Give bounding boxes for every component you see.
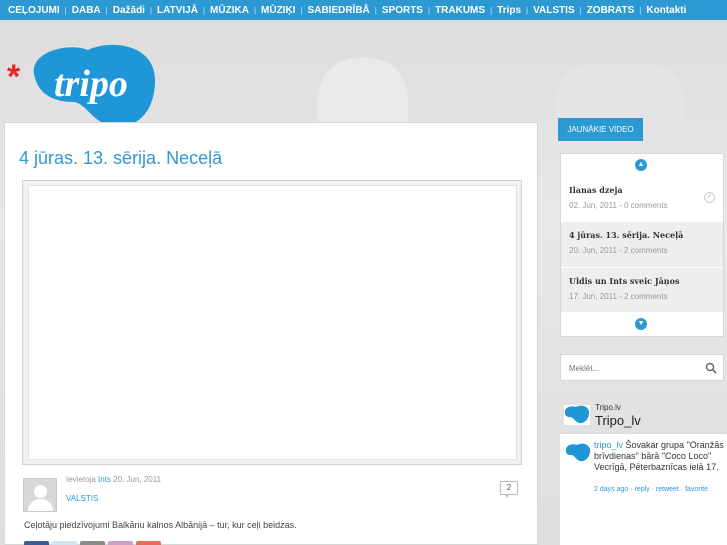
default-avatar-icon <box>34 485 47 498</box>
video-date: 20. Jun, 2011 - 2 comments <box>569 246 668 255</box>
nav-item-daba[interactable]: DABA <box>68 5 105 16</box>
post-excerpt: Ceļotāju piedzīvojumi Balkānu kalnos Alb… <box>24 520 297 530</box>
video-date: 17. Jun, 2011 - 2 comments <box>569 292 668 301</box>
logo-star-icon: * <box>7 58 21 96</box>
site-header: * tripo <box>0 20 727 140</box>
facebook-share-button[interactable] <box>24 541 49 545</box>
meta-prefix: Ievietoja <box>66 475 96 484</box>
nav-item-zobrats[interactable]: ZOBRATS <box>583 5 639 16</box>
author-link[interactable]: Ints <box>98 475 111 484</box>
post-card: 4 jūras. 13. sērija. Neceļā Ievietoja In… <box>4 122 538 545</box>
google-share-button[interactable] <box>136 541 161 545</box>
video-title: Ilanas dzeja <box>569 185 623 195</box>
nav-item-muzika[interactable]: MŪZIKA <box>206 5 253 16</box>
post-date: 20. Jun, 2011 <box>113 475 162 484</box>
tweet-user-link[interactable]: tripo_lv <box>594 440 623 450</box>
video-title: Uldis un Ints sveic Jāņos <box>569 276 680 286</box>
tweet-card: tripo_lv Šovakar grupa "Oranžās brīvdien… <box>560 433 727 545</box>
tweet-reply-link[interactable]: reply <box>634 486 649 493</box>
tweet-retweet-link[interactable]: retweet <box>656 486 679 493</box>
latest-videos-list: ▲ Ilanas dzeja 02. Jun, 2011 - 0 comment… <box>560 153 724 337</box>
video-player[interactable] <box>22 180 522 465</box>
post-meta: Ievietoja Ints 20. Jun, 2011 <box>66 475 161 484</box>
comment-count-badge[interactable]: 2 <box>500 481 518 498</box>
nav-item-sabiedriba[interactable]: SABIEDRĪBĀ <box>304 5 374 16</box>
draugiem-share-button[interactable] <box>108 541 133 545</box>
twitter-name: Tripo_lv <box>595 413 641 428</box>
post-title[interactable]: 4 jūras. 13. sērija. Neceļā <box>19 148 222 169</box>
tweet-actions: 2 days ago · reply · retweet · favorite <box>594 486 709 493</box>
nav-item-sports[interactable]: SPORTS <box>378 5 427 16</box>
email-share-button[interactable] <box>80 541 105 545</box>
video-title: 4 jūras. 13. sērija. Neceļā <box>569 230 684 240</box>
nav-item-dazadi[interactable]: Dažādi <box>109 5 149 16</box>
arrow-up-icon[interactable]: ▲ <box>635 159 647 171</box>
tripo-bird-icon <box>564 405 590 425</box>
list-item[interactable]: Ilanas dzeja 02. Jun, 2011 - 0 comments … <box>561 177 723 222</box>
list-item[interactable]: 4 jūras. 13. sērija. Neceļā 20. Jun, 201… <box>561 222 723 267</box>
tweet-favorite-link[interactable]: favorite <box>685 486 708 493</box>
list-item[interactable]: Uldis un Ints sveic Jāņos 17. Jun, 2011 … <box>561 267 723 312</box>
nav-item-trips[interactable]: Trips <box>493 5 525 16</box>
twitter-share-button[interactable] <box>52 541 77 545</box>
tweet-time-link[interactable]: 2 days ago <box>594 486 628 493</box>
check-icon: ✓ <box>704 192 715 203</box>
latest-videos-title[interactable]: JAUNĀKIE VIDEO <box>558 118 643 141</box>
nav-item-celojumi[interactable]: CEĻOJUMI <box>4 5 64 16</box>
tripo-bird-icon <box>565 443 591 463</box>
nav-item-trakums[interactable]: TRAKUMS <box>431 5 489 16</box>
share-buttons <box>24 541 161 545</box>
tweet-text: tripo_lv Šovakar grupa "Oranžās brīvdien… <box>594 440 724 473</box>
author-avatar <box>23 478 57 512</box>
category-link[interactable]: VALSTIS <box>66 494 98 503</box>
nav-item-valstis[interactable]: VALSTIS <box>529 5 578 16</box>
avatar-body <box>28 499 53 511</box>
logo-text: tripo <box>54 63 128 105</box>
site-logo[interactable]: tripo <box>28 40 158 130</box>
arrow-down-icon[interactable]: ▼ <box>635 318 647 330</box>
tripo-logo-icon: tripo <box>33 44 156 127</box>
twitter-handle[interactable]: Tripo.lv <box>595 403 621 412</box>
nav-item-latvija[interactable]: LATVIJĀ <box>153 5 202 16</box>
top-navigation: CEĻOJUMI | DABA | Dažādi | LATVIJĀ | MŪZIKA |… <box>0 0 727 20</box>
twitter-header: Tripo.lv Tripo_lv <box>564 402 724 432</box>
search-input[interactable] <box>569 361 697 375</box>
nav-item-muziki[interactable]: MŪZIĶI <box>257 5 299 16</box>
video-frame <box>28 185 517 460</box>
video-date: 02. Jun, 2011 - 0 comments <box>569 201 668 210</box>
search-form <box>560 354 724 381</box>
search-icon[interactable] <box>705 362 717 374</box>
nav-item-kontakti[interactable]: Kontakti <box>642 5 690 16</box>
